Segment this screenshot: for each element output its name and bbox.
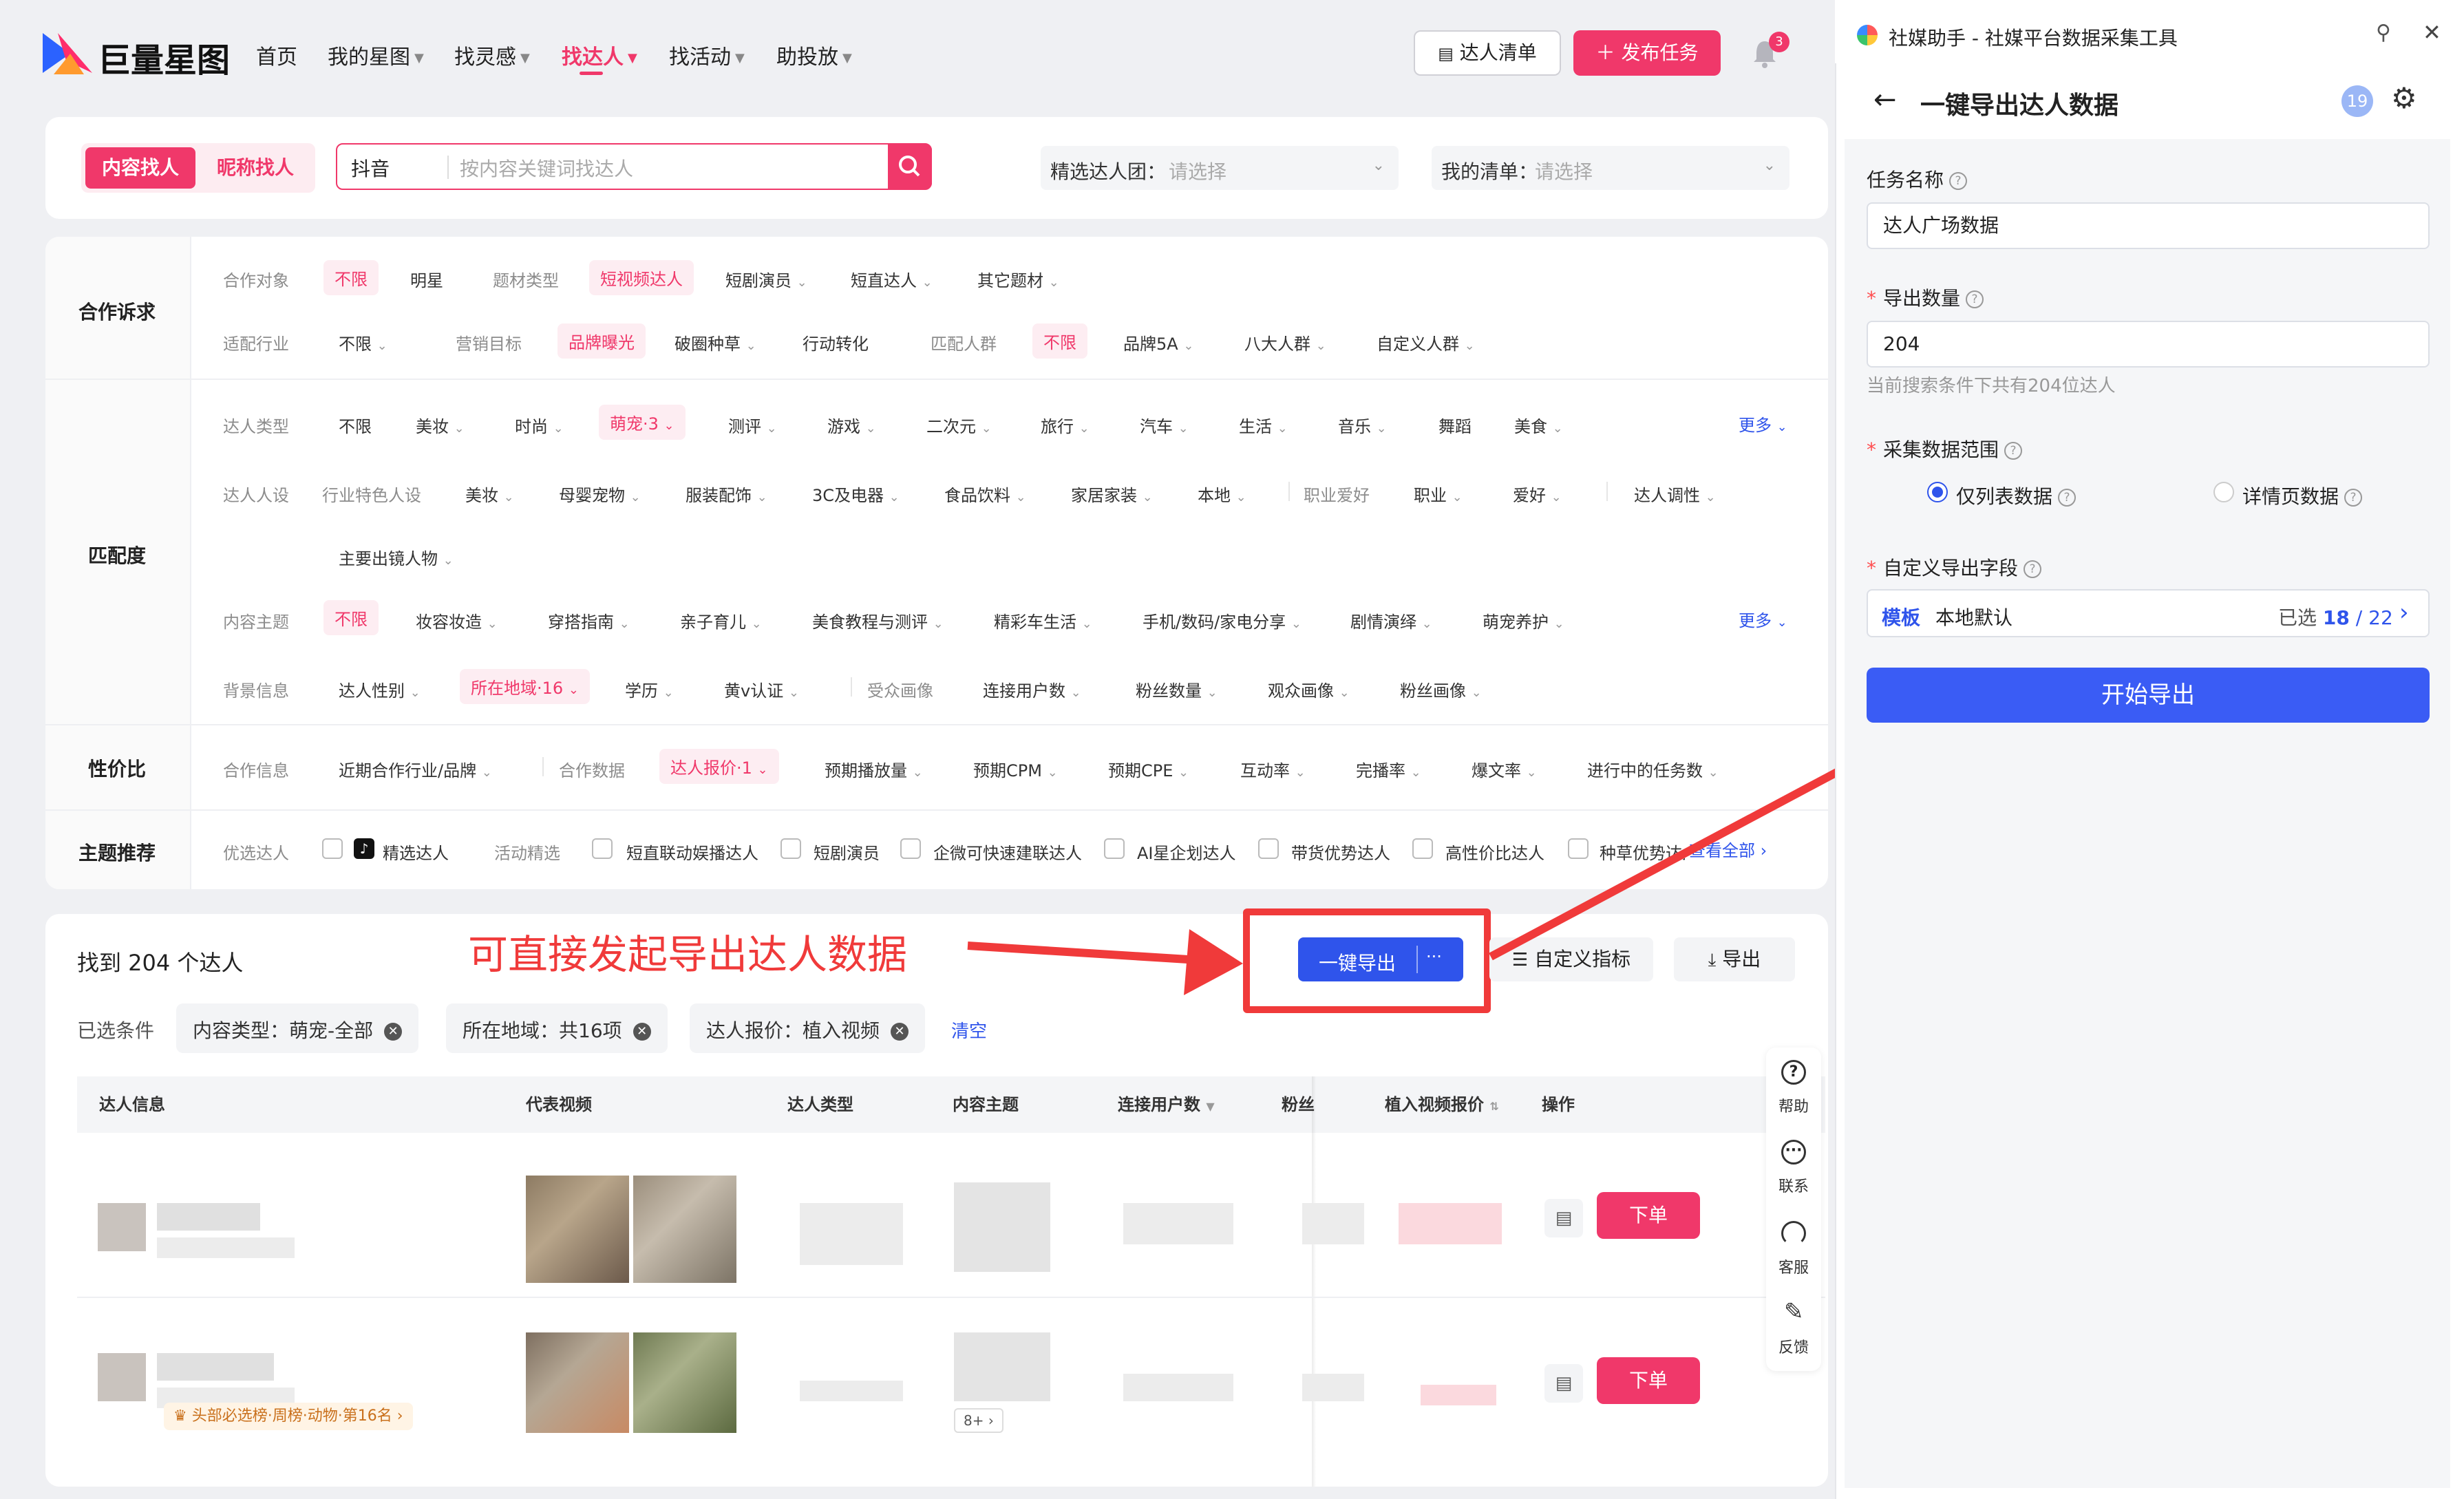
required-mark: * <box>1867 557 1876 580</box>
field-template-select[interactable]: 模板 本地默认 已选 18 / 22 › <box>1867 589 2430 637</box>
export-count-input[interactable]: 204 <box>1867 321 2430 368</box>
required-mark: * <box>1867 438 1876 461</box>
help-circle-icon: ? <box>2004 442 2023 460</box>
help-circle-icon: ? <box>2024 560 2042 578</box>
panel-header: ← 一键导出达人数据 19 ⚙ <box>1835 63 2464 139</box>
app-icon <box>1857 25 1878 45</box>
radio-detail-page-text: 详情页数据 <box>2242 485 2339 508</box>
task-name-label-text: 任务名称 <box>1867 169 1944 191</box>
total-count: / 22 <box>2355 606 2393 629</box>
radio-detail-page-label[interactable]: 详情页数据? <box>2242 482 2363 509</box>
help-circle-icon: ? <box>2344 489 2363 507</box>
help-circle-icon: ? <box>1966 290 1984 308</box>
selected-prefix: 已选 <box>2278 606 2317 629</box>
export-count-label-text: 导出数量 <box>1883 287 1961 310</box>
template-value: 本地默认 <box>1935 606 2013 629</box>
radio-list-only-label[interactable]: 仅列表数据? <box>1956 482 2077 509</box>
custom-fields-label-text: 自定义导出字段 <box>1883 557 2019 580</box>
radio-detail-page[interactable] <box>2213 482 2234 502</box>
back-arrow-icon[interactable]: ← <box>1873 84 1897 116</box>
help-circle-icon: ? <box>1949 172 1968 190</box>
export-count-label: * 导出数量? <box>1867 284 1984 311</box>
radio-list-only-text: 仅列表数据 <box>1956 485 2053 508</box>
export-count-hint: 当前搜索条件下共有204位达人 <box>1867 376 2116 396</box>
required-mark: * <box>1867 287 1876 310</box>
data-range-label-text: 采集数据范围 <box>1883 438 1999 461</box>
radio-dot <box>1932 487 1943 498</box>
task-name-input[interactable]: 达人广场数据 <box>1867 202 2430 249</box>
custom-fields-label: * 自定义导出字段? <box>1867 553 2042 581</box>
help-circle-icon: ? <box>2058 489 2077 507</box>
selected-fields-count: 已选 18 / 22 <box>2278 603 2393 630</box>
radio-list-only[interactable] <box>1927 482 1948 502</box>
window-titlebar: 社媒助手 - 社媒平台数据采集工具 ⚲ ✕ <box>1835 0 2464 63</box>
window-title: 社媒助手 - 社媒平台数据采集工具 <box>1889 27 2178 50</box>
selected-count: 18 <box>2322 606 2350 629</box>
start-export-button[interactable]: 开始导出 <box>1867 668 2430 723</box>
data-range-label: * 采集数据范围? <box>1867 435 2023 463</box>
template-tag: 模板 <box>1882 606 1921 629</box>
pin-icon[interactable]: ⚲ <box>2376 21 2391 45</box>
chevron-right-icon: › <box>2399 599 2409 626</box>
annotation-arrow-right <box>1489 753 1867 961</box>
panel-title: 一键导出达人数据 <box>1920 92 2119 120</box>
close-icon[interactable]: ✕ <box>2423 19 2441 45</box>
annotation-arrowhead-left <box>1184 929 1243 995</box>
count-badge: 19 <box>2341 85 2373 117</box>
task-name-label: 任务名称? <box>1867 165 1968 193</box>
settings-gear-icon[interactable]: ⚙ <box>2391 81 2417 115</box>
